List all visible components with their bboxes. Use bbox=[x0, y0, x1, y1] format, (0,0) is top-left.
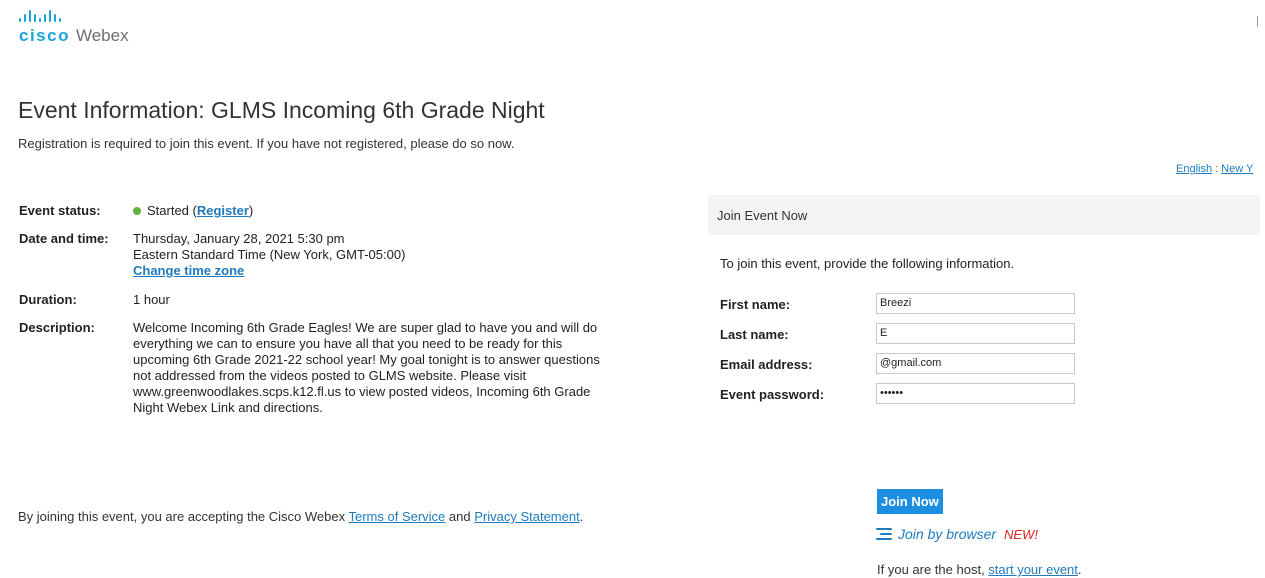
terms-notice: By joining this event, you are accepting… bbox=[18, 509, 618, 525]
email-field[interactable]: @gmail.com bbox=[876, 353, 1075, 374]
join-by-browser[interactable]: Join by browser NEW! bbox=[876, 526, 1038, 544]
timezone-value: Eastern Standard Time (New York, GMT-05:… bbox=[133, 247, 406, 262]
terms-prefix: By joining this event, you are accepting… bbox=[18, 509, 349, 524]
logo-product: Webex bbox=[75, 26, 129, 45]
join-now-button[interactable]: Join Now bbox=[877, 489, 943, 514]
last-name-field[interactable]: E bbox=[876, 323, 1075, 344]
event-status-label: Event status: bbox=[19, 203, 101, 218]
host-suffix: . bbox=[1077, 562, 1082, 577]
menu-lines-icon bbox=[876, 525, 892, 543]
register-close-paren: ) bbox=[248, 203, 254, 218]
logo-brand: cisco bbox=[19, 26, 70, 45]
join-by-browser-link[interactable]: Join by browser bbox=[898, 526, 996, 542]
status-dot-icon bbox=[133, 206, 141, 215]
date-time-label: Date and time: bbox=[19, 231, 109, 246]
duration-label: Duration: bbox=[19, 292, 77, 307]
first-name-field[interactable]: Breezi bbox=[876, 293, 1075, 314]
join-event-header: Join Event Now bbox=[708, 195, 1260, 235]
language-links: English: New Y bbox=[1176, 163, 1265, 175]
timezone-link[interactable]: New Y bbox=[1221, 163, 1253, 175]
host-note: If you are the host, start your event. bbox=[877, 562, 1082, 577]
password-label: Event password: bbox=[720, 387, 825, 402]
last-name-label: Last name: bbox=[720, 327, 789, 342]
registration-note: Registration is required to join this ev… bbox=[18, 136, 515, 151]
join-event-title: Join Event Now bbox=[717, 208, 808, 223]
duration-value: 1 hour bbox=[133, 292, 170, 307]
description-label: Description: bbox=[19, 320, 95, 335]
description-value: Welcome Incoming 6th Grade Eagles! We ar… bbox=[133, 320, 600, 415]
email-label: Email address: bbox=[720, 357, 813, 372]
new-badge: NEW! bbox=[1004, 527, 1038, 542]
page-title: Event Information: GLMS Incoming 6th Gra… bbox=[18, 97, 545, 123]
host-prefix: If you are the host, bbox=[877, 562, 989, 577]
cisco-bars-logo-icon bbox=[19, 10, 79, 22]
divider bbox=[1257, 16, 1258, 27]
register-link[interactable]: Register bbox=[197, 203, 249, 218]
language-separator: : bbox=[1215, 163, 1219, 175]
password-field[interactable]: •••••• bbox=[876, 383, 1075, 404]
start-event-link[interactable]: start your event bbox=[988, 562, 1078, 577]
language-link[interactable]: English bbox=[1176, 163, 1212, 175]
change-timezone-link[interactable]: Change time zone bbox=[133, 263, 244, 278]
privacy-statement-link[interactable]: Privacy Statement bbox=[474, 509, 580, 524]
register-open-paren: ( bbox=[188, 203, 197, 218]
join-intro-text: To join this event, provide the followin… bbox=[720, 256, 1015, 271]
date-time-value: Thursday, January 28, 2021 5:30 pm bbox=[133, 231, 345, 246]
terms-suffix: . bbox=[579, 509, 584, 524]
first-name-label: First name: bbox=[720, 297, 791, 312]
event-status-value: Started bbox=[147, 203, 189, 218]
terms-of-service-link[interactable]: Terms of Service bbox=[348, 509, 445, 524]
cisco-webex-logo: cisco Webex bbox=[19, 10, 159, 46]
terms-and: and bbox=[445, 509, 475, 524]
